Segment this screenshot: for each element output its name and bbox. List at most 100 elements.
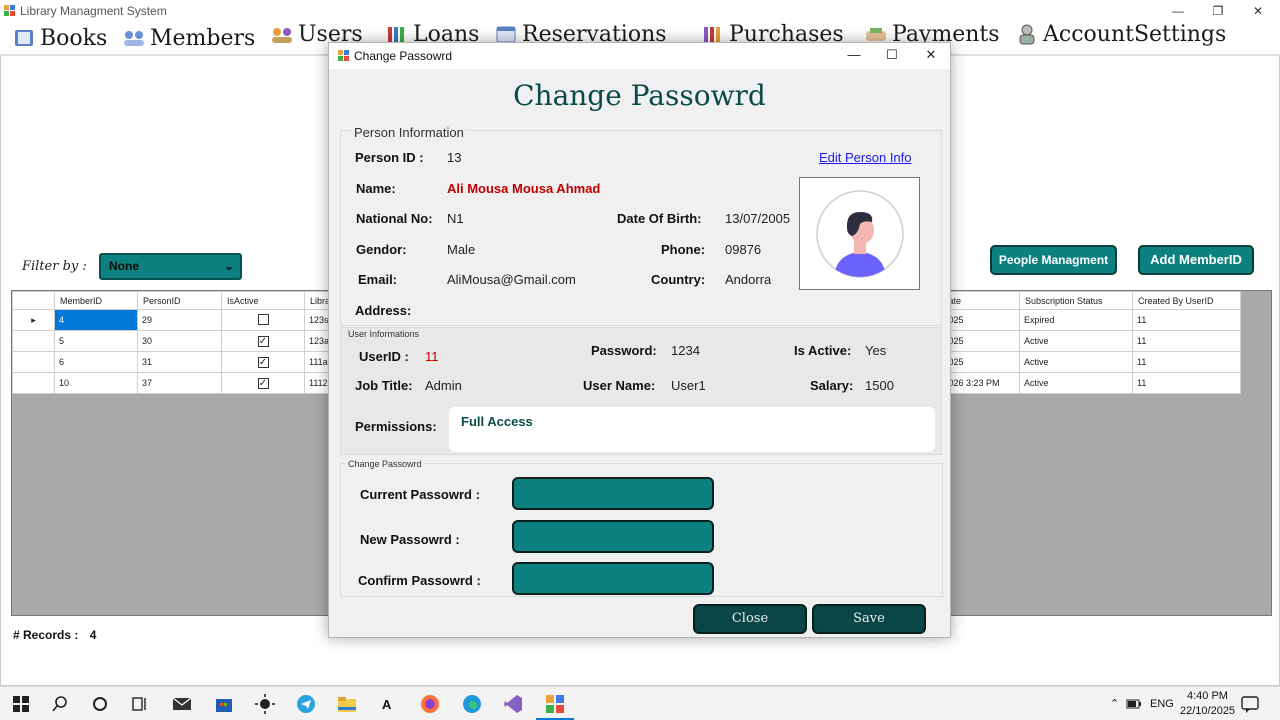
dialog-minimize-button[interactable]: — [836,47,872,65]
person-id-value: 13 [447,150,462,165]
row-indicator[interactable] [12,351,55,373]
row-indicator[interactable]: ▸ [12,309,55,331]
firefox-icon[interactable] [419,693,441,715]
column-header[interactable]: PersonID [137,291,222,310]
people-management-button[interactable]: People Managment [990,245,1117,275]
checkbox-checked[interactable]: ✓ [257,377,269,389]
current-password-input[interactable] [512,477,714,510]
menu-item-members[interactable]: Members [122,24,255,52]
close-button[interactable]: ✕ [1240,2,1276,20]
new-password-input[interactable] [512,520,714,553]
menu-item-account-settings[interactable]: AccountSettings [1015,20,1226,48]
cortana-icon[interactable] [89,693,111,715]
checkbox[interactable] [257,313,269,325]
cell-is-active[interactable]: ✓ [221,330,305,352]
close-dialog-button[interactable]: Close [693,604,807,634]
cell-status[interactable]: Expired [1019,309,1133,331]
row-header-corner [12,291,55,310]
notification-icon[interactable] [1240,694,1260,714]
cell-person-id[interactable]: 31 [137,351,222,373]
cell-is-active[interactable]: ✓ [221,351,305,373]
cell-person-id[interactable]: 29 [137,309,222,331]
cell-status[interactable]: Active [1019,351,1133,373]
cell-created-by[interactable]: 11 [1132,309,1241,331]
minimize-button[interactable]: — [1160,2,1196,20]
dialog-maximize-button[interactable]: ☐ [874,47,910,65]
user-name-label: User Name: [583,378,656,393]
maximize-button[interactable]: ❐ [1200,2,1236,20]
menu-item-label: AccountSettings [1043,21,1227,47]
cell-is-active[interactable]: ✓ [221,372,305,394]
filter-label: Filter by : [22,259,87,274]
chevron-down-icon: ⌄ [223,259,234,273]
telegram-icon[interactable] [295,693,317,715]
search-icon[interactable] [49,693,71,715]
records-value: 4 [89,628,97,642]
permissions-box: Full Access [449,407,935,452]
column-header[interactable]: IsActive [221,291,305,310]
brightness-icon[interactable] [254,693,276,715]
save-button[interactable]: Save [812,604,926,634]
battery-icon[interactable] [1126,696,1142,712]
checkbox-checked[interactable]: ✓ [257,356,269,368]
cell-status[interactable]: Active [1019,372,1133,394]
gender-label: Gendor: [356,242,407,257]
task-view-icon[interactable] [129,693,151,715]
edge-icon[interactable] [461,693,483,715]
chevron-up-icon[interactable]: ⌃ [1110,697,1119,710]
is-active-label: Is Active: [794,343,852,358]
edit-person-info-link[interactable]: Edit Person Info [819,150,912,165]
clock-time[interactable]: 4:40 PM [1187,690,1228,702]
records-count: # Records : 4 [13,628,96,642]
is-active-value: Yes [865,343,887,358]
cell-member-id[interactable]: 6 [54,351,138,373]
password-value: 1234 [671,343,700,358]
avatar-icon [816,190,904,278]
column-header[interactable]: MemberID [54,291,138,310]
group-title: Person Information [352,125,466,140]
dialog-close-button[interactable]: ✕ [913,47,949,65]
email-value: AliMousa@Gmail.com [447,272,576,287]
cell-created-by[interactable]: 11 [1132,351,1241,373]
file-explorer-icon[interactable] [336,693,358,715]
confirm-password-label: Confirm Passowrd : [358,573,481,588]
confirm-password-input[interactable] [512,562,714,595]
cell-status[interactable]: Active [1019,330,1133,352]
dialog-heading: Change Passowrd [513,79,766,112]
font-app-icon[interactable]: A [378,693,400,715]
dob-value: 13/07/2005 [725,211,791,226]
add-member-button[interactable]: Add MemberID [1138,245,1254,275]
row-indicator[interactable] [12,330,55,352]
user-id-value: 11 [425,349,439,364]
salary-value: 1500 [865,378,894,393]
row-indicator[interactable] [12,372,55,394]
cell-created-by[interactable]: 11 [1132,372,1241,394]
column-header[interactable]: Created By UserID [1132,291,1241,310]
new-password-label: New Passowrd : [360,532,460,547]
cell-created-by[interactable]: 11 [1132,330,1241,352]
cell-member-id[interactable]: 5 [54,330,138,352]
cell-person-id[interactable]: 37 [137,372,222,394]
cell-person-id[interactable]: 30 [137,330,222,352]
windows-start-icon[interactable] [10,693,32,715]
library-app-icon[interactable] [544,693,566,715]
dob-label: Date Of Birth: [617,211,702,226]
language-indicator[interactable]: ENG [1150,698,1174,710]
mail-icon[interactable] [171,693,193,715]
records-label: # Records : [13,628,79,642]
menu-item-books[interactable]: Books [12,24,107,52]
filter-dropdown[interactable]: None ⌄ [99,253,242,280]
checkbox-checked[interactable]: ✓ [257,335,269,347]
column-header[interactable]: Subscription Status [1019,291,1133,310]
visual-studio-icon[interactable] [502,693,524,715]
main-title-bar: Library Managment System — ❐ ✕ [0,0,1280,22]
dialog-title-bar[interactable]: Change Passowrd — ☐ ✕ [329,43,950,69]
cell-is-active[interactable] [221,309,305,331]
cell-member-id[interactable]: 10 [54,372,138,394]
phone-label: Phone: [661,242,706,257]
national-no-label: National No: [356,211,433,226]
cell-member-id[interactable]: 4 [54,309,138,331]
store-icon[interactable] [213,693,235,715]
national-no-value: N1 [447,211,464,226]
clock-date[interactable]: 22/10/2025 [1180,705,1235,717]
